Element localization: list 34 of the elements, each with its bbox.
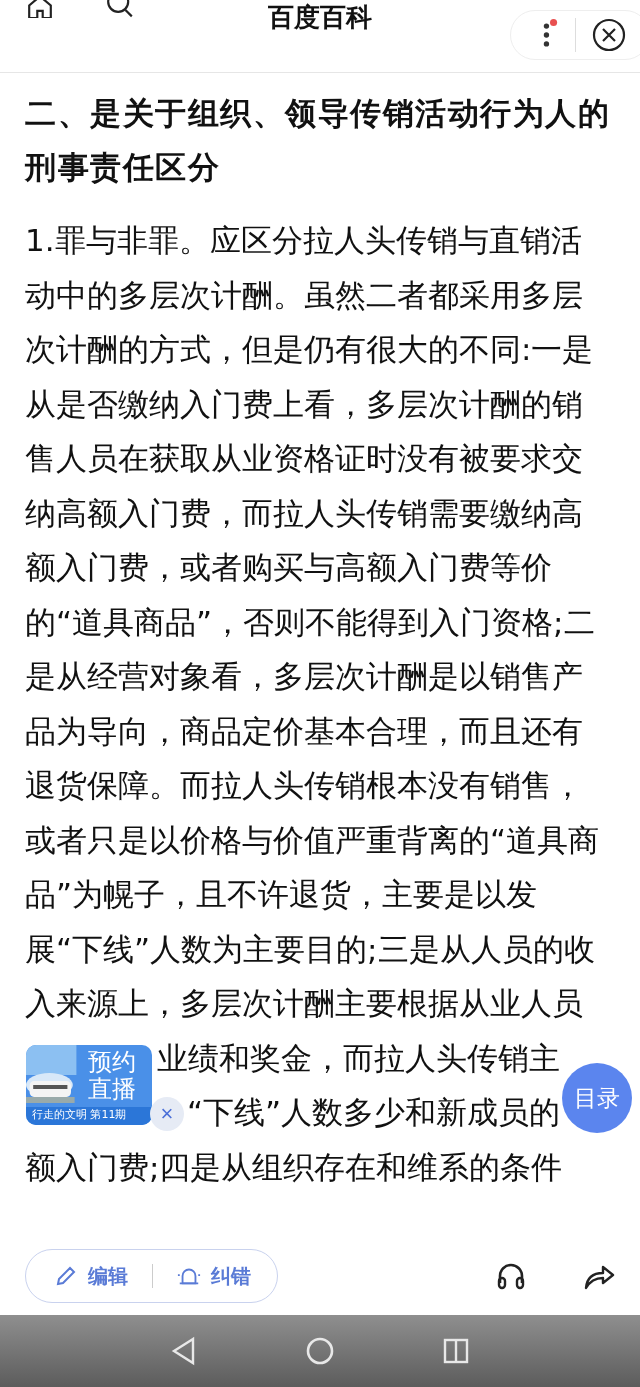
home-circle-icon[interactable] xyxy=(305,1336,335,1366)
article-text-line: 退货保障。而拉人头传销根本没有销售， xyxy=(25,767,583,803)
live-ad[interactable]: 预约直播 行走的文明 第11期 xyxy=(26,1045,152,1125)
article-text-line: 的“道具商品”，否则不能得到入门资格;二 xyxy=(25,603,595,640)
article-text-line: 品为导向，商品定价基本合理，而且还有 xyxy=(25,712,583,749)
close-icon[interactable] xyxy=(592,18,626,52)
article-text-line: 售人员在获取从业资格证时没有被要求交 xyxy=(25,440,583,476)
page-title: 百度百科 xyxy=(267,4,373,30)
ad-subtitle: 行走的文明 第11期 xyxy=(32,1107,127,1123)
article-text-line: 1.罪与非罪。应区分拉人头传销与直销活 xyxy=(25,222,582,258)
article-text-line: 品”为幌子，且不许退货，主要是以发 xyxy=(25,876,538,912)
recents-icon[interactable] xyxy=(441,1336,471,1366)
article-text-line: 展“下线”人数为主要目的;三是从人员的收 xyxy=(25,930,595,967)
article-text-line: 业绩和奖金，而拉人头传销主 xyxy=(157,1039,560,1076)
article-text-line: 动中的多层次计酬。虽然二者都采用多层 xyxy=(25,276,583,313)
article-text-line: 额入门费;四是从组织存在和维系的条件 xyxy=(25,1148,563,1185)
article-text-line: “下线”人数多少和新成员的 xyxy=(186,1094,560,1130)
article-text-line: 或者只是以价格与价值严重背离的“道具商 xyxy=(25,821,600,858)
section-heading: 二、是关于组织、领导传销活动行为人的刑事责任区分 xyxy=(25,94,611,187)
edit-button[interactable]: 编辑 xyxy=(88,1262,128,1290)
toc-button[interactable]: 目录 xyxy=(562,1063,632,1133)
article-text-line: 是从经营对象看，多层次计酬是以销售产 xyxy=(25,658,583,694)
headphones-icon[interactable] xyxy=(495,1261,527,1291)
article-text-line: 纳高额入门费，而拉人头传销需要缴纳高 xyxy=(25,494,583,531)
article-text-line: 额入门费，或者购买与高额入门费等价 xyxy=(25,549,552,585)
search-icon[interactable] xyxy=(104,0,136,20)
pencil-icon[interactable] xyxy=(54,1264,78,1288)
article-text-line: 次计酬的方式，但是仍有很大的不同:一是 xyxy=(25,331,594,367)
article-text-line: 入来源上，多层次计酬主要根据从业人员 xyxy=(25,985,583,1021)
ad-title: 预约直播 xyxy=(88,1049,137,1103)
article-text-line: 从是否缴纳入门费上看，多层次计酬的销 xyxy=(25,385,583,422)
correct-button[interactable]: 纠错 xyxy=(211,1262,251,1290)
ad-close-button[interactable]: × xyxy=(150,1097,184,1131)
home-icon[interactable] xyxy=(25,0,55,18)
